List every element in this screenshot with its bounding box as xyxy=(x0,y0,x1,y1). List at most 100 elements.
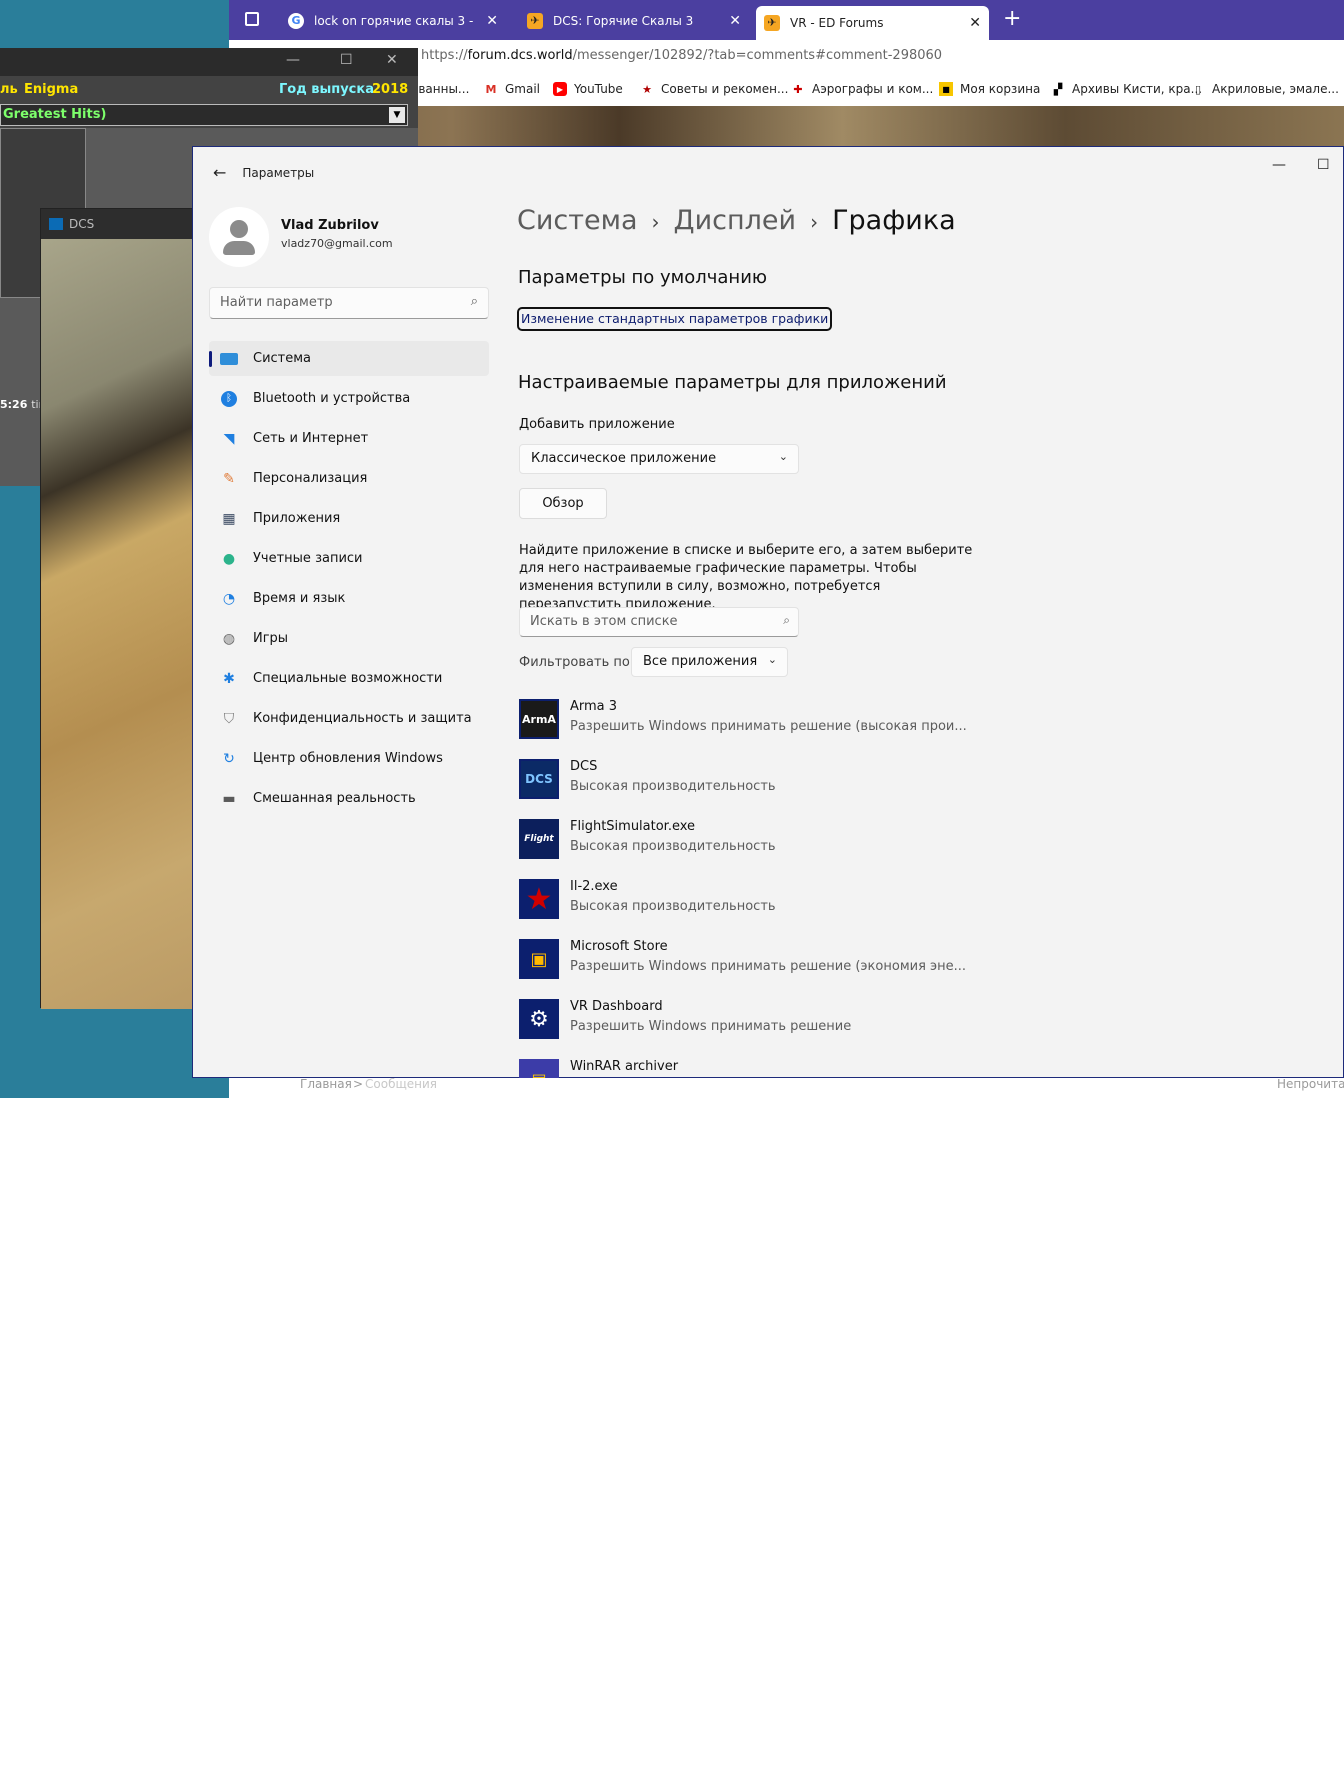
sidebar-item-accessibility[interactable]: ✱ Специальные возможности xyxy=(209,661,489,696)
sidebar-item-network[interactable]: ◥ Сеть и Интернет xyxy=(209,421,489,456)
tab-dcs-hot-rocks[interactable]: ✈ DCS: Горячие Скалы 3 ✕ xyxy=(519,5,749,36)
sidebar-item-label: Система xyxy=(253,351,312,366)
change-default-graphics-link[interactable]: Изменение стандартных параметров графики xyxy=(517,307,833,331)
unread-link[interactable]: Непрочитан xyxy=(1277,1077,1344,1091)
bookmark-label: YouTube xyxy=(574,82,623,96)
bookmark-item[interactable]: ✚ Аэрографы и ком... xyxy=(791,82,933,96)
app-list-item[interactable]: ▣ Microsoft Store Разрешить Windows прин… xyxy=(519,938,979,982)
close-tab-icon[interactable]: ✕ xyxy=(729,13,741,29)
bookmark-label: Аэрографы и ком... xyxy=(812,82,934,96)
sidebar-item-gaming[interactable]: ◍ Игры xyxy=(209,621,489,656)
close-tab-icon[interactable]: ✕ xyxy=(969,15,981,31)
chevron-right-icon: › xyxy=(810,210,819,234)
crumb-home[interactable]: Главная xyxy=(300,1077,352,1091)
browse-button[interactable]: Обзор xyxy=(519,488,607,519)
tab-overview-icon[interactable] xyxy=(245,12,259,26)
app-list-item[interactable]: DCS DCS Высокая производительность xyxy=(519,758,979,802)
apps-icon: ▦ xyxy=(222,510,236,527)
settings-window: ← Параметры — ☐ Vlad Zubrilov vladz70@gm… xyxy=(192,146,1344,1078)
tab-google-search[interactable]: G lock on горячие скалы 3 - Поис ✕ xyxy=(280,5,506,36)
app-list-item[interactable]: ★ Il-2.exe Высокая производительность xyxy=(519,878,979,922)
back-arrow-icon[interactable]: ← xyxy=(213,163,226,182)
sidebar-item-time-language[interactable]: ◔ Время и язык xyxy=(209,581,489,616)
bookmark-item[interactable]: ▯ Акриловые, эмале... xyxy=(1191,82,1339,96)
bookmark-item[interactable]: ованны... xyxy=(411,82,469,96)
bookmark-item[interactable]: ★ Советы и рекомен... xyxy=(640,82,788,96)
minimize-icon[interactable]: — xyxy=(286,52,300,68)
new-tab-icon[interactable]: + xyxy=(1003,6,1021,31)
crumb-messages[interactable]: Сообщения xyxy=(365,1077,437,1091)
app-list-item[interactable]: ▤ WinRAR archiver xyxy=(519,1058,979,1078)
google-icon: G xyxy=(288,12,304,29)
page-title: Графика xyxy=(832,205,956,236)
update-icon: ↻ xyxy=(223,750,235,767)
app-type-select[interactable]: Классическое приложение ⌄ xyxy=(519,444,799,474)
sidebar-item-system[interactable]: Система xyxy=(209,341,489,376)
playback-time: 5:26 tin xyxy=(0,398,46,411)
maximize-icon[interactable]: ☐ xyxy=(340,52,353,68)
app-name: WinRAR archiver xyxy=(570,1059,679,1074)
bookmark-youtube[interactable]: ▶ YouTube xyxy=(553,82,623,96)
sidebar-item-personalization[interactable]: ✎ Персонализация xyxy=(209,461,489,496)
sidebar-item-mixed-reality[interactable]: ▬ Смешанная реальность xyxy=(209,781,489,816)
app-list-item[interactable]: ⚙ VR Dashboard Разрешить Windows принима… xyxy=(519,998,979,1042)
sidebar-item-label: Bluetooth и устройства xyxy=(253,391,411,406)
sidebar-item-apps[interactable]: ▦ Приложения xyxy=(209,501,489,536)
search-placeholder: Найти параметр xyxy=(220,295,333,310)
brush-icon: ✎ xyxy=(223,470,235,487)
app-list-item[interactable]: Flight FlightSimulator.exe Высокая произ… xyxy=(519,818,979,862)
app-list-item[interactable]: ArmA Arma 3 Разрешить Windows принимать … xyxy=(519,698,979,742)
store-icon: ▣ xyxy=(519,939,559,979)
airbrush-icon: ✚ xyxy=(793,82,803,96)
search-icon: ⌕ xyxy=(470,294,478,309)
flightsim-icon: Flight xyxy=(519,819,559,859)
url-field[interactable]: https://forum.dcs.world/messenger/102892… xyxy=(421,48,942,63)
account-email: vladz70@gmail.com xyxy=(281,237,393,250)
settings-search-input[interactable]: Найти параметр ⌕ xyxy=(209,287,489,319)
youtube-icon: ▶ xyxy=(553,82,567,96)
bookmark-label: Архивы Кисти, кра... xyxy=(1072,82,1203,96)
filter-select[interactable]: Все приложения ⌄ xyxy=(631,647,788,677)
sidebar-item-bluetooth[interactable]: ᛒ Bluetooth и устройства xyxy=(209,381,489,416)
bookmark-label: Моя корзина xyxy=(960,82,1041,96)
bookmark-label: Советы и рекомен... xyxy=(661,82,789,96)
artist-label: ль xyxy=(0,82,18,97)
vr-headset-icon: ▬ xyxy=(222,790,236,807)
album-select[interactable]: Greatest Hits) ▼ xyxy=(0,104,408,126)
account-name: Vlad Zubrilov xyxy=(281,218,379,233)
crumb-system[interactable]: Система xyxy=(517,205,638,236)
maximize-icon[interactable]: ☐ xyxy=(1317,157,1330,173)
sidebar-item-label: Игры xyxy=(253,631,289,646)
bookmark-item[interactable]: ■ Моя корзина xyxy=(939,82,1040,96)
close-tab-icon[interactable]: ✕ xyxy=(486,13,498,29)
desktop: G lock on горячие скалы 3 - Поис ✕ ✈ DCS… xyxy=(0,0,1344,1098)
chevron-down-icon: ⌄ xyxy=(767,653,777,666)
app-name: Arma 3 xyxy=(570,699,618,714)
year-label: Год выпуска xyxy=(279,82,374,97)
tab-vr-ed-forums[interactable]: ✈ VR - ED Forums ✕ xyxy=(756,6,989,40)
close-icon[interactable]: ✕ xyxy=(386,52,398,68)
display-icon xyxy=(219,349,239,369)
app-name: DCS xyxy=(570,759,598,774)
sidebar-item-privacy[interactable]: ⛉ Конфиденциальность и защита xyxy=(209,701,489,736)
account-card[interactable]: Vlad Zubrilov vladz70@gmail.com xyxy=(209,207,489,271)
bookmark-item[interactable]: ▞ Архивы Кисти, кра... xyxy=(1051,82,1202,96)
sidebar-item-windows-update[interactable]: ↻ Центр обновления Windows xyxy=(209,741,489,776)
dropdown-arrow-icon[interactable]: ▼ xyxy=(389,107,405,123)
app-list-search-input[interactable]: Искать в этом списке ⌕ xyxy=(519,607,799,637)
crumb-display[interactable]: Дисплей xyxy=(674,205,797,236)
sidebar-item-accounts[interactable]: ● Учетные записи xyxy=(209,541,489,576)
cart-icon: ■ xyxy=(939,82,953,96)
player-info: ль Enigma Год выпуска 2018 xyxy=(0,80,418,100)
settings-window-title: Параметры xyxy=(242,165,315,180)
custom-apps-heading: Настраиваемые параметры для приложений xyxy=(518,372,947,393)
forum-breadcrumb: Главная > Сообщения Непрочитан xyxy=(229,1075,1344,1098)
gamepad-icon: ◍ xyxy=(222,630,236,647)
person-icon: ● xyxy=(222,550,236,567)
app-setting: Высокая производительность xyxy=(570,779,776,794)
star-icon: ★ xyxy=(642,82,652,96)
breadcrumb: Система › Дисплей › Графика xyxy=(517,205,956,236)
tab-title: DCS: Горячие Скалы 3 xyxy=(553,13,694,28)
minimize-icon[interactable]: — xyxy=(1272,157,1286,173)
bookmark-gmail[interactable]: M Gmail xyxy=(484,82,541,96)
